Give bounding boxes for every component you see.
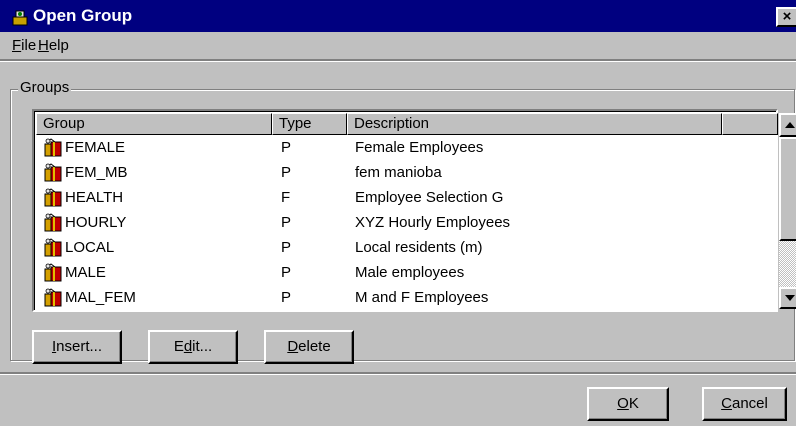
menu-help-mnemonic: H (38, 37, 49, 54)
column-header-group[interactable]: Group (36, 113, 272, 135)
group-name-cell: MALE (65, 264, 106, 281)
arrow-down-icon (785, 295, 795, 301)
scroll-up-button[interactable] (779, 113, 796, 137)
column-header-filler (722, 113, 778, 135)
delete-button[interactable]: Delete (264, 330, 354, 364)
list-item[interactable]: FEM_MB Pfem manioba (39, 161, 739, 186)
group-gift-icon (43, 188, 63, 208)
groups-frame-label: Groups (18, 79, 72, 96)
edit-button[interactable]: Edit... (148, 330, 238, 364)
cancel-button[interactable]: Cancel (702, 387, 787, 421)
list-item[interactable]: MALE P Male employees (39, 261, 739, 286)
insert-button[interactable]: Insert... (32, 330, 122, 364)
close-button[interactable]: × (776, 7, 796, 27)
group-name-cell: FEMALE (65, 139, 126, 156)
menu-file[interactable]: File (12, 37, 36, 55)
column-header-type[interactable]: Type (272, 113, 347, 135)
window-title: Open Group (33, 6, 133, 25)
menu-divider (0, 59, 796, 62)
ok-mnemonic: O (617, 395, 629, 412)
group-name-cell: LOCAL (65, 239, 115, 256)
cancel-label: ancel (731, 395, 768, 412)
group-type-cell: P (281, 289, 292, 306)
group-name-cell: HOURLY (65, 214, 127, 231)
group-name-cell: HEALTH (65, 189, 124, 206)
menu-help-label: elp (48, 37, 69, 54)
edit-mnemonic: d (183, 338, 193, 355)
groups-list[interactable]: Group Type Description FEMALE P Female Emp… (32, 109, 796, 312)
group-gift-icon (43, 213, 63, 233)
group-type-cell: P (281, 214, 292, 231)
dialog-divider (0, 372, 796, 375)
list-item[interactable]: HOURLY P XYZ Hourly Employees (39, 211, 739, 236)
group-description-cell: fem manioba (355, 164, 442, 181)
group-description-cell: Employee Selection G (355, 189, 504, 206)
delete-mnemonic: D (287, 338, 299, 355)
list-item[interactable]: MAL_FEM P M and F Employees (39, 286, 739, 311)
list-item[interactable]: HEALTH F Employee Selection G (39, 186, 739, 211)
list-item[interactable]: FEMALE P Female Employees (39, 136, 739, 161)
group-gift-icon (43, 288, 63, 308)
group-gift-icon (43, 263, 63, 283)
group-description-cell: XYZ Hourly Employees (355, 214, 511, 231)
group-description-cell: M and F Employees (355, 289, 489, 306)
scrollbar-thumb[interactable] (779, 137, 796, 241)
group-gift-icon (43, 163, 63, 183)
group-type-cell: P (281, 264, 292, 281)
group-description-cell: Female Employees (355, 139, 484, 156)
menu-file-mnemonic: F (12, 37, 22, 54)
group-type-cell: F (281, 189, 291, 206)
menu-help[interactable]: Help (38, 37, 69, 55)
group-gift-icon (43, 138, 63, 158)
edit-label: it... (192, 338, 213, 355)
app-icon (12, 10, 28, 26)
group-type-cell: P (281, 164, 292, 181)
cancel-mnemonic: C (721, 395, 732, 412)
insert-label: nsert... (56, 338, 103, 355)
list-item[interactable]: LOCAL P Local residents (m) (39, 236, 739, 261)
vertical-scrollbar[interactable] (779, 113, 796, 309)
arrow-up-icon (785, 122, 795, 128)
group-type-cell: P (281, 239, 292, 256)
menu-bar (0, 32, 796, 59)
delete-label: elete (298, 338, 331, 355)
menu-file-label: ile (21, 37, 37, 54)
ok-button[interactable]: OK (587, 387, 669, 421)
edit-label-pre: E (173, 338, 184, 355)
group-name-cell: FEM_MB (65, 164, 128, 181)
group-gift-icon (43, 238, 63, 258)
ok-label: K (628, 395, 639, 412)
group-description-cell: Male employees (355, 264, 465, 281)
group-type-cell: P (281, 139, 292, 156)
column-header-description[interactable]: Description (347, 113, 722, 135)
group-name-cell: MAL_FEM (65, 289, 136, 306)
scroll-down-button[interactable] (779, 287, 796, 309)
group-description-cell: Local residents (m) (355, 239, 483, 256)
